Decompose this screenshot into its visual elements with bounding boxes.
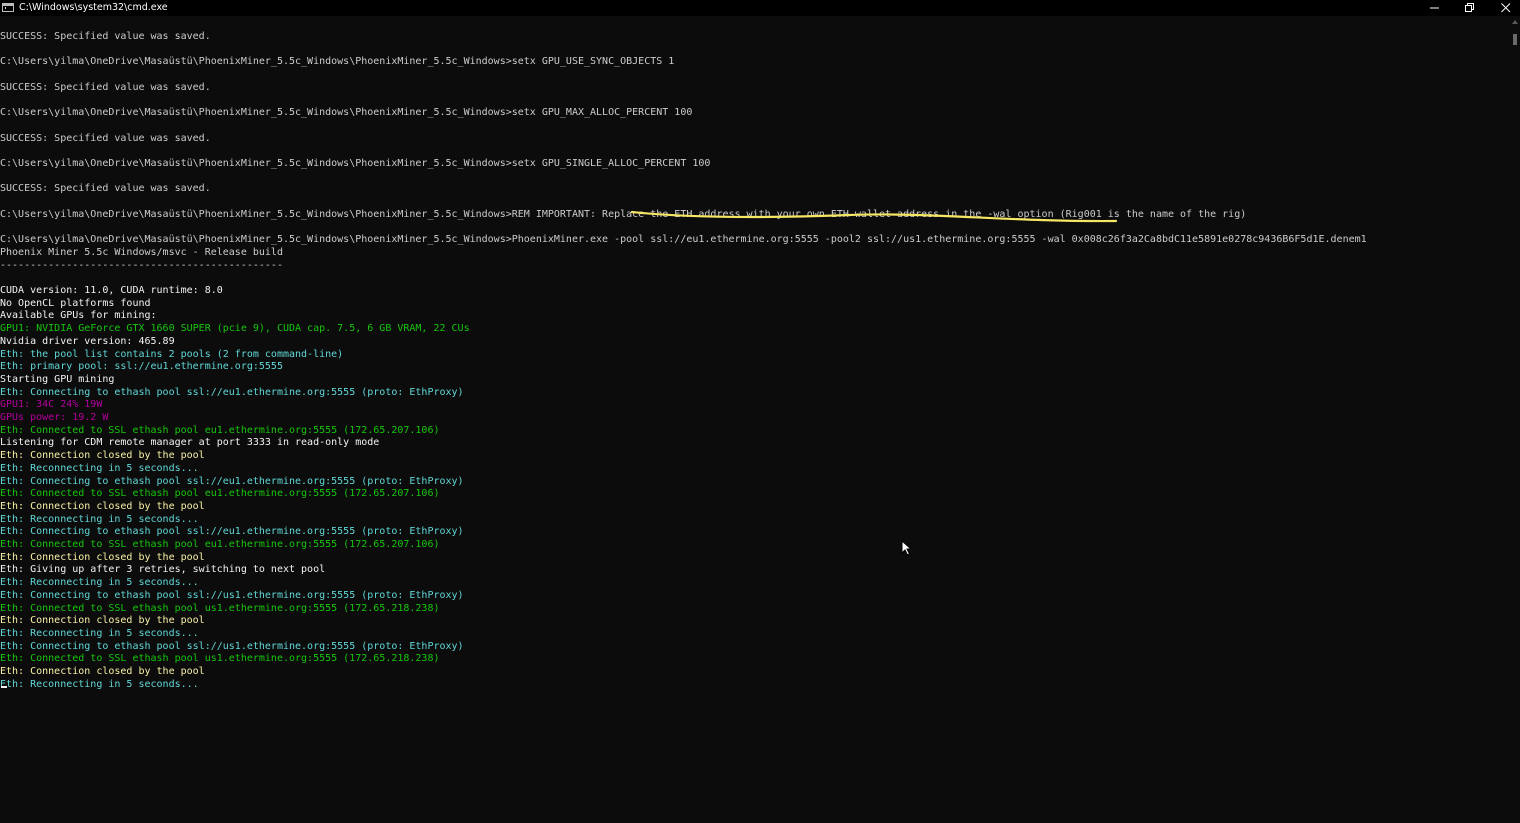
console-line: Eth: Connecting to ethash pool ssl://eu1… bbox=[0, 475, 464, 487]
console-line: Eth: Reconnecting in 5 seconds... bbox=[0, 513, 199, 525]
console-line: Eth: Connecting to ethash pool ssl://us1… bbox=[0, 640, 464, 652]
console-line: Eth: Reconnecting in 5 seconds... bbox=[0, 627, 199, 639]
console-line: SUCCESS: Specified value was saved. bbox=[0, 81, 211, 93]
console-line: Eth: Connecting to ethash pool ssl://us1… bbox=[0, 589, 464, 601]
console-output[interactable]: SUCCESS: Specified value was saved. C:\Us… bbox=[0, 16, 1510, 823]
window-title: C:\Windows\system32\cmd.exe bbox=[19, 2, 168, 13]
minimize-icon bbox=[1430, 7, 1439, 9]
vertical-scrollbar[interactable] bbox=[1510, 16, 1520, 823]
console-line: C:\Users\yilma\OneDrive\Masaüstü\Phoenix… bbox=[0, 107, 693, 119]
console-line: Eth: Connection closed by the pool bbox=[0, 551, 205, 563]
console-line: Eth: Connected to SSL ethash pool us1.et… bbox=[0, 602, 440, 614]
console-line: C:\Users\yilma\OneDrive\Masaüstü\Phoenix… bbox=[0, 56, 675, 68]
console-line: Eth: Connection closed by the pool bbox=[0, 450, 205, 462]
console-line: Eth: Connecting to ethash pool ssl://eu1… bbox=[0, 526, 464, 538]
console-line: SUCCESS: Specified value was saved. bbox=[0, 183, 211, 195]
mouse-pointer-icon bbox=[901, 540, 913, 556]
console-line: Listening for CDM remote manager at port… bbox=[0, 437, 380, 449]
console-line: Eth: Reconnecting in 5 seconds... bbox=[0, 577, 199, 589]
text-cursor bbox=[1, 686, 7, 688]
console-line: Eth: Connection closed by the pool bbox=[0, 666, 205, 677]
console-line: Eth: Connection closed by the pool bbox=[0, 615, 205, 627]
cmd-window: C:\Windows\system32\cmd.exe SUCCESS: Spe… bbox=[0, 0, 1520, 823]
console-line: Eth: Connected to SSL ethash pool eu1.et… bbox=[0, 488, 440, 500]
console-line: SUCCESS: Specified value was saved. bbox=[0, 132, 211, 144]
console-line: Available GPUs for mining: bbox=[0, 310, 157, 322]
console-line: C:\Users\yilma\OneDrive\Masaüstü\Phoenix… bbox=[0, 234, 1367, 246]
console-line: C:\Users\yilma\OneDrive\Masaüstü\Phoenix… bbox=[0, 158, 711, 169]
console-line: Eth: Connected to SSL ethash pool us1.et… bbox=[0, 653, 440, 665]
console-line: No OpenCL platforms found bbox=[0, 297, 151, 309]
console-line: CUDA version: 11.0, CUDA runtime: 8.0 bbox=[0, 285, 223, 296]
console-line: SUCCESS: Specified value was saved. bbox=[0, 31, 211, 42]
console-line: Eth: the pool list contains 2 pools (2 f… bbox=[0, 348, 344, 360]
console-line: Phoenix Miner 5.5c Windows/msvc - Releas… bbox=[0, 246, 283, 258]
console-line: Eth: primary pool: ssl://eu1.ethermine.o… bbox=[0, 361, 283, 373]
console-line: Eth: Giving up after 3 retries, switchin… bbox=[0, 564, 326, 576]
console-line: Eth: Connected to SSL ethash pool eu1.et… bbox=[0, 424, 440, 436]
console-line: Eth: Reconnecting in 5 seconds... bbox=[0, 462, 199, 474]
console-line: Eth: Connected to SSL ethash pool eu1.et… bbox=[0, 539, 440, 550]
title-bar[interactable]: C:\Windows\system32\cmd.exe bbox=[0, 0, 1520, 16]
close-icon bbox=[1501, 3, 1511, 13]
console-line: ----------------------------------------… bbox=[0, 259, 283, 271]
scroll-up-arrow-icon[interactable] bbox=[1512, 20, 1518, 24]
console-line: Nvidia driver version: 465.89 bbox=[0, 335, 175, 347]
close-button[interactable] bbox=[1488, 0, 1520, 16]
console-line: GPU1: NVIDIA GeForce GTX 1660 SUPER (pci… bbox=[0, 323, 470, 335]
console-line: Eth: Connecting to ethash pool ssl://eu1… bbox=[0, 386, 464, 398]
console-line: GPU1: 34C 24% 19W bbox=[0, 399, 103, 411]
restore-button[interactable] bbox=[1452, 0, 1488, 16]
console-line: Eth: Connection closed by the pool bbox=[0, 500, 205, 512]
restore-icon bbox=[1465, 3, 1474, 12]
console-line: GPUs power: 19.2 W bbox=[0, 412, 109, 423]
hand-drawn-underline bbox=[630, 210, 1118, 223]
scroll-thumb[interactable] bbox=[1513, 34, 1517, 45]
minimize-button[interactable] bbox=[1417, 0, 1453, 16]
console-line: Starting GPU mining bbox=[0, 373, 115, 385]
cmd-console-icon bbox=[2, 3, 14, 12]
console-line: Eth: Reconnecting in 5 seconds... bbox=[0, 678, 199, 690]
